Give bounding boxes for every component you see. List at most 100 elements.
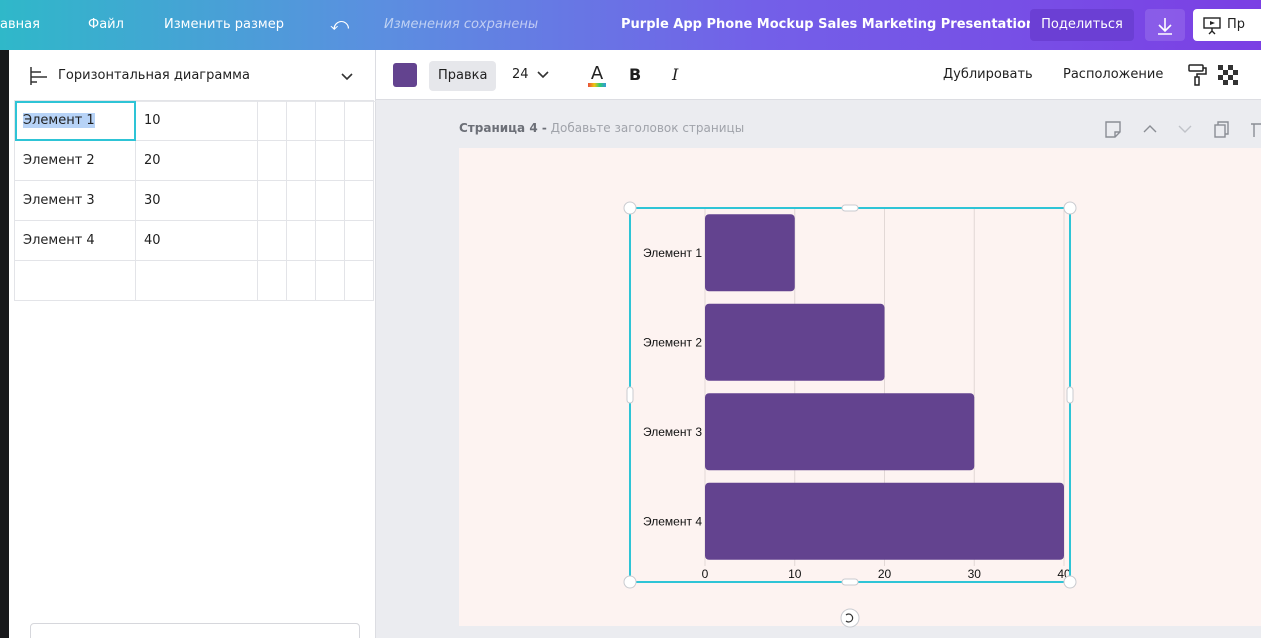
chevron-up-icon[interactable] [1143, 125, 1157, 133]
paint-roller-icon[interactable] [1186, 63, 1208, 87]
table-cell[interactable] [286, 220, 316, 261]
table-cell[interactable] [344, 100, 374, 141]
tick-label: 30 [968, 567, 982, 581]
table-row: Элемент 3 30 [14, 180, 374, 221]
duplicate-button[interactable]: Дублировать [943, 50, 1033, 100]
table-cell[interactable] [315, 260, 345, 301]
tick-label: 10 [788, 567, 802, 581]
note-icon[interactable] [1105, 121, 1121, 138]
chevron-down-icon[interactable] [1178, 125, 1192, 133]
bar[interactable] [705, 214, 795, 292]
download-icon [1158, 18, 1172, 35]
chevron-down-icon [341, 73, 353, 81]
bar[interactable] [705, 482, 1064, 560]
top-bar: авная Файл Изменить размер ⤺ Изменения с… [0, 0, 1261, 50]
table-cell[interactable] [344, 140, 374, 181]
delete-page-icon[interactable] [1251, 123, 1261, 137]
horizontal-bar-chart[interactable]: Элемент 1 Элемент 2 Элемент 3 Элемент 4 0 10… [620, 198, 1090, 630]
table-cell[interactable] [257, 100, 287, 141]
horizontal-bar-chart-icon [30, 67, 47, 85]
rotate-handle[interactable] [840, 608, 860, 628]
chart-type-dropdown[interactable]: Горизонтальная диаграмма [14, 50, 376, 102]
table-cell-value[interactable] [135, 260, 258, 301]
resize-handle-bottom[interactable] [841, 578, 859, 586]
rotate-icon[interactable] [840, 608, 860, 628]
copy-page-icon[interactable] [1214, 121, 1229, 138]
tick-label: 0 [702, 567, 709, 581]
share-button[interactable]: Поделиться [1030, 9, 1134, 41]
table-row [14, 260, 374, 301]
side-rail [0, 50, 9, 638]
category-label: Элемент 3 [643, 425, 702, 439]
table-row: Элемент 1 10 [14, 100, 374, 141]
table-cell[interactable] [344, 180, 374, 221]
download-button[interactable] [1145, 9, 1185, 41]
table-cell-name[interactable]: Элемент 2 [14, 140, 136, 181]
color-swatch[interactable] [393, 63, 417, 87]
resize-menu[interactable]: Изменить размер [164, 0, 284, 50]
font-button[interactable]: Правка [429, 61, 497, 91]
page-number-label: Страница 4 - [459, 121, 547, 135]
position-button[interactable]: Расположение [1063, 50, 1163, 100]
table-cell[interactable] [315, 140, 345, 181]
present-button[interactable]: Пр [1193, 9, 1261, 41]
svg-text:A: A [591, 63, 604, 84]
saved-status: Изменения сохранены [384, 17, 539, 32]
table-cell-name[interactable] [14, 260, 136, 301]
resize-handle-corner[interactable] [1063, 575, 1077, 589]
bar[interactable] [705, 303, 885, 381]
page-label[interactable]: Страница 4 - Добавьте заголовок страницы [459, 121, 744, 135]
table-cell[interactable] [286, 260, 316, 301]
resize-handle-corner[interactable] [623, 201, 637, 215]
font-size-value[interactable]: 24 [512, 50, 529, 100]
transparency-icon[interactable] [1218, 65, 1238, 85]
bar[interactable] [705, 393, 975, 471]
file-menu[interactable]: Файл [88, 0, 124, 50]
panel-input-field[interactable] [30, 623, 360, 638]
table-cell[interactable] [344, 260, 374, 301]
chart-type-label: Горизонтальная диаграмма [58, 68, 250, 83]
category-label: Элемент 2 [643, 335, 702, 349]
resize-handle-right[interactable] [1066, 386, 1074, 404]
table-cell-value[interactable]: 20 [135, 140, 258, 181]
resize-handle-top[interactable] [841, 204, 859, 212]
table-cell[interactable] [315, 220, 345, 261]
text-color-icon[interactable]: A [585, 60, 609, 90]
resize-handle-corner[interactable] [1063, 201, 1077, 215]
italic-button[interactable]: I [672, 50, 678, 100]
table-cell[interactable] [257, 180, 287, 221]
table-row: Элемент 2 20 [14, 140, 374, 181]
table-cell[interactable] [315, 180, 345, 221]
table-cell-value[interactable]: 30 [135, 180, 258, 221]
table-cell[interactable] [257, 140, 287, 181]
undo-icon[interactable]: ⤺ [330, 0, 349, 50]
present-label: Пр [1227, 17, 1246, 32]
table-cell-value[interactable]: 10 [135, 100, 258, 141]
table-cell-name[interactable]: Элемент 1 [14, 100, 136, 141]
format-toolbar: Правка 24 A B I Дублировать Расположение [376, 50, 1261, 100]
table-cell[interactable] [286, 180, 316, 221]
table-cell-name[interactable]: Элемент 3 [14, 180, 136, 221]
font-size-chevron-icon[interactable] [536, 68, 550, 82]
bold-button[interactable]: B [629, 50, 641, 100]
design-title[interactable]: Purple App Phone Mockup Sales Marketing … [621, 0, 1035, 50]
resize-handle-left[interactable] [626, 386, 634, 404]
table-cell[interactable] [286, 100, 316, 141]
chart-data-panel: Горизонтальная диаграмма Элемент 1 10 Эл… [0, 50, 376, 638]
chart-data-table: Элемент 1 10 Элемент 2 20 Элемент 3 30 Э… [14, 100, 374, 301]
table-row: Элемент 4 40 [14, 220, 374, 261]
table-cell[interactable] [257, 220, 287, 261]
table-cell[interactable] [286, 140, 316, 181]
resize-handle-corner[interactable] [623, 575, 637, 589]
present-icon [1203, 17, 1221, 35]
table-cell-value[interactable]: 40 [135, 220, 258, 261]
home-menu[interactable]: авная [0, 0, 40, 50]
category-label: Элемент 4 [643, 514, 702, 528]
table-cell[interactable] [315, 100, 345, 141]
table-cell[interactable] [344, 220, 374, 261]
page-title-placeholder[interactable]: Добавьте заголовок страницы [551, 121, 745, 135]
category-label: Элемент 1 [643, 246, 702, 260]
page-actions [1100, 118, 1261, 140]
table-cell[interactable] [257, 260, 287, 301]
table-cell-name[interactable]: Элемент 4 [14, 220, 136, 261]
